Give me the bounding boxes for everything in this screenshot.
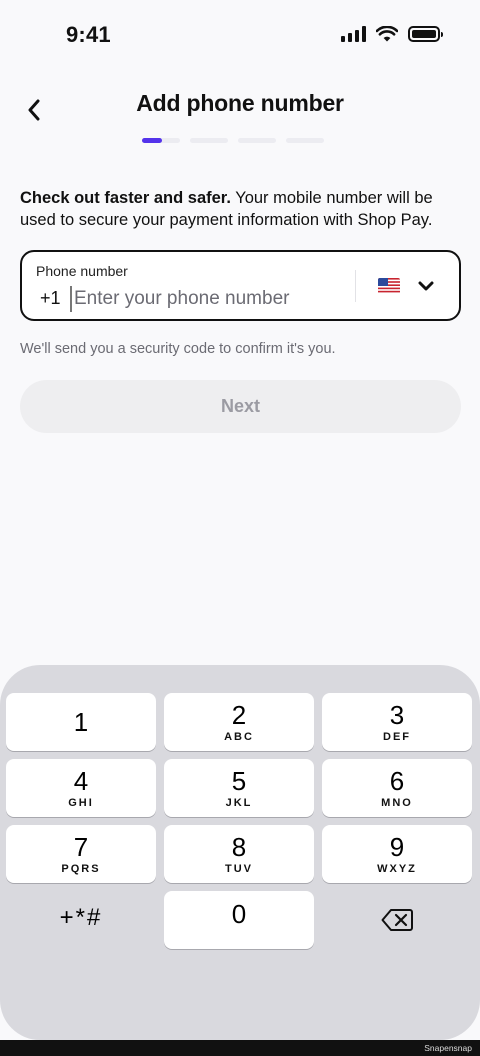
key-digit: 1	[73, 707, 89, 737]
progress-indicator	[142, 138, 324, 143]
progress-step-3	[238, 138, 276, 143]
backspace-icon	[381, 909, 413, 931]
key-5[interactable]: 5 JKL	[164, 759, 314, 817]
next-button[interactable]: Next	[20, 380, 461, 433]
key-digit: 2	[231, 700, 247, 730]
key-symbols[interactable]: +*#	[6, 889, 156, 947]
key-letters: DEF	[383, 731, 411, 743]
wifi-icon	[376, 26, 398, 42]
key-4[interactable]: 4 GHI	[6, 759, 156, 817]
key-1[interactable]: 1	[6, 693, 156, 751]
key-0[interactable]: 0	[164, 891, 314, 949]
key-7[interactable]: 7 PQRS	[6, 825, 156, 883]
status-time: 9:41	[66, 22, 111, 47]
description-text: Check out faster and safer. Your mobile …	[20, 187, 465, 231]
country-code: +1	[40, 288, 61, 308]
progress-step-2	[190, 138, 228, 143]
battery-icon	[408, 26, 443, 42]
key-digit: 6	[389, 766, 405, 796]
key-digit: 5	[231, 766, 247, 796]
key-2[interactable]: 2 ABC	[164, 693, 314, 751]
phone-number-input[interactable]	[70, 286, 340, 312]
watermark: Snapensnap	[424, 1043, 472, 1053]
key-letters: GHI	[68, 797, 94, 809]
key-digit: 3	[389, 700, 405, 730]
progress-step-1	[142, 138, 180, 143]
key-letters: WXYZ	[377, 863, 417, 875]
key-letters: ABC	[224, 731, 254, 743]
phone-number-field[interactable]: Phone number +1	[20, 250, 461, 321]
key-symbols-label: +*#	[59, 904, 103, 931]
key-digit: 8	[231, 832, 247, 862]
key-letters: MNO	[381, 797, 413, 809]
key-9[interactable]: 9 WXYZ	[322, 825, 472, 883]
key-digit: 7	[73, 832, 89, 862]
phone-number-label: Phone number	[36, 263, 128, 279]
key-8[interactable]: 8 TUV	[164, 825, 314, 883]
page-title: Add phone number	[136, 90, 344, 116]
numeric-keypad: 1 2 ABC 3 DEF 4 GHI 5 JKL 6 MNO 7 PQRS 8…	[0, 665, 480, 1040]
key-letters: PQRS	[61, 863, 101, 875]
chevron-down-icon	[418, 281, 434, 291]
key-letters: JKL	[225, 797, 253, 809]
key-digit: 4	[73, 766, 89, 796]
key-digit: 9	[389, 832, 405, 862]
us-flag-icon	[378, 278, 400, 294]
progress-step-4	[286, 138, 324, 143]
helper-text: We'll send you a security code to confir…	[20, 341, 336, 357]
description-bold: Check out faster and safer.	[20, 189, 231, 207]
delete-key[interactable]	[322, 891, 472, 949]
cellular-signal-icon	[341, 26, 366, 42]
field-divider	[355, 270, 356, 302]
bottom-bar	[0, 1040, 480, 1056]
key-6[interactable]: 6 MNO	[322, 759, 472, 817]
status-icons	[341, 26, 443, 42]
key-digit: 0	[231, 899, 247, 929]
status-bar: 9:41	[0, 0, 480, 72]
key-letters: TUV	[225, 863, 253, 875]
key-3[interactable]: 3 DEF	[322, 693, 472, 751]
